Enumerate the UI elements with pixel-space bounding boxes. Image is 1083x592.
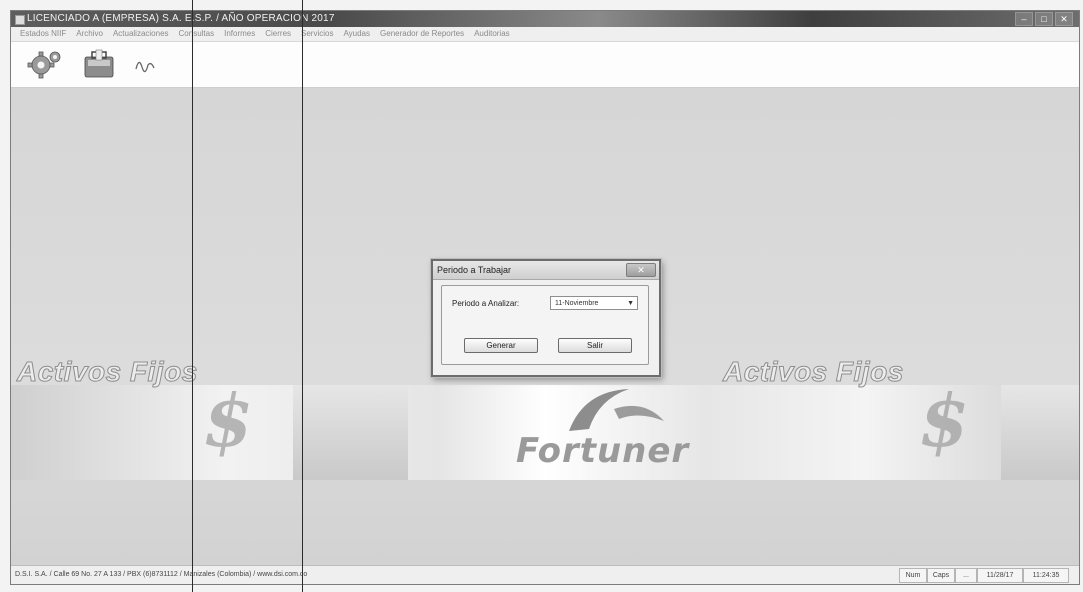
status-scroll: ...	[955, 568, 977, 583]
menu-estados-niif[interactable]: Estados NIIF	[15, 27, 71, 41]
signature-icon[interactable]	[131, 47, 161, 81]
title-bar: LICENCIADO A (EMPRESA) S.A. E.S.P. / AÑO…	[11, 11, 1079, 27]
menu-cierres[interactable]: Cierres	[260, 27, 296, 41]
menu-ayudas[interactable]: Ayudas	[338, 27, 375, 41]
menu-informes[interactable]: Informes	[219, 27, 260, 41]
menu-generador-reportes[interactable]: Generador de Reportes	[375, 27, 469, 41]
app-icon	[15, 15, 25, 25]
briefcase-icon[interactable]	[79, 47, 119, 81]
menu-bar: Estados NIIF Archivo Actualizaciones Con…	[11, 27, 1079, 42]
status-company-info: D.S.I. S.A. / Calle 69 No. 27 A 133 / PB…	[15, 571, 308, 578]
dialog-group-box: Periodo a Analizar: 11-Noviembre ▼ Gener…	[441, 285, 649, 365]
gear-icon[interactable]	[25, 47, 65, 81]
chart-photo-left	[293, 385, 408, 480]
status-caps: Caps	[927, 568, 955, 583]
watermark-left: Activos Fijos	[17, 356, 198, 388]
dialog-title: Periodo a Trabajar	[437, 265, 512, 275]
dropdown-arrow-icon[interactable]: ▼	[627, 297, 634, 311]
period-label: Periodo a Analizar:	[452, 299, 520, 308]
toolbar	[11, 42, 1079, 88]
menu-consultas[interactable]: Consultas	[174, 27, 220, 41]
status-time: 11:24:35	[1023, 568, 1069, 583]
status-num: Num	[899, 568, 927, 583]
status-date: 11/28/17	[977, 568, 1023, 583]
salir-button[interactable]: Salir	[558, 338, 632, 353]
period-select-value: 11-Noviembre	[555, 300, 599, 307]
dollar-sign-right: $	[919, 378, 970, 463]
chart-photo-right	[1001, 385, 1079, 480]
watermark-right: Activos Fijos	[723, 356, 904, 388]
menu-actualizaciones[interactable]: Actualizaciones	[108, 27, 174, 41]
minimize-button[interactable]: –	[1015, 12, 1033, 26]
menu-auditorias[interactable]: Auditorias	[469, 27, 515, 41]
dialog-close-button[interactable]: ✕	[626, 263, 656, 277]
window-controls: – □ ✕	[1015, 12, 1073, 26]
period-dialog: Periodo a Trabajar ✕ Periodo a Analizar:…	[431, 259, 661, 377]
menu-archivo[interactable]: Archivo	[71, 27, 108, 41]
generar-button[interactable]: Generar	[464, 338, 538, 353]
maximize-button[interactable]: □	[1035, 12, 1053, 26]
dialog-title-bar: Periodo a Trabajar ✕	[433, 261, 659, 280]
window-title: LICENCIADO A (EMPRESA) S.A. E.S.P. / AÑO…	[27, 13, 335, 24]
scan-line-right	[302, 0, 303, 592]
scan-line-left	[192, 0, 193, 592]
brand-name: Fortuner	[516, 431, 690, 471]
dollar-sign-left: $	[203, 378, 254, 463]
period-select[interactable]: 11-Noviembre ▼	[550, 296, 638, 310]
main-window: LICENCIADO A (EMPRESA) S.A. E.S.P. / AÑO…	[10, 10, 1080, 585]
status-bar: D.S.I. S.A. / Calle 69 No. 27 A 133 / PB…	[11, 565, 1079, 584]
close-button[interactable]: ✕	[1055, 12, 1073, 26]
